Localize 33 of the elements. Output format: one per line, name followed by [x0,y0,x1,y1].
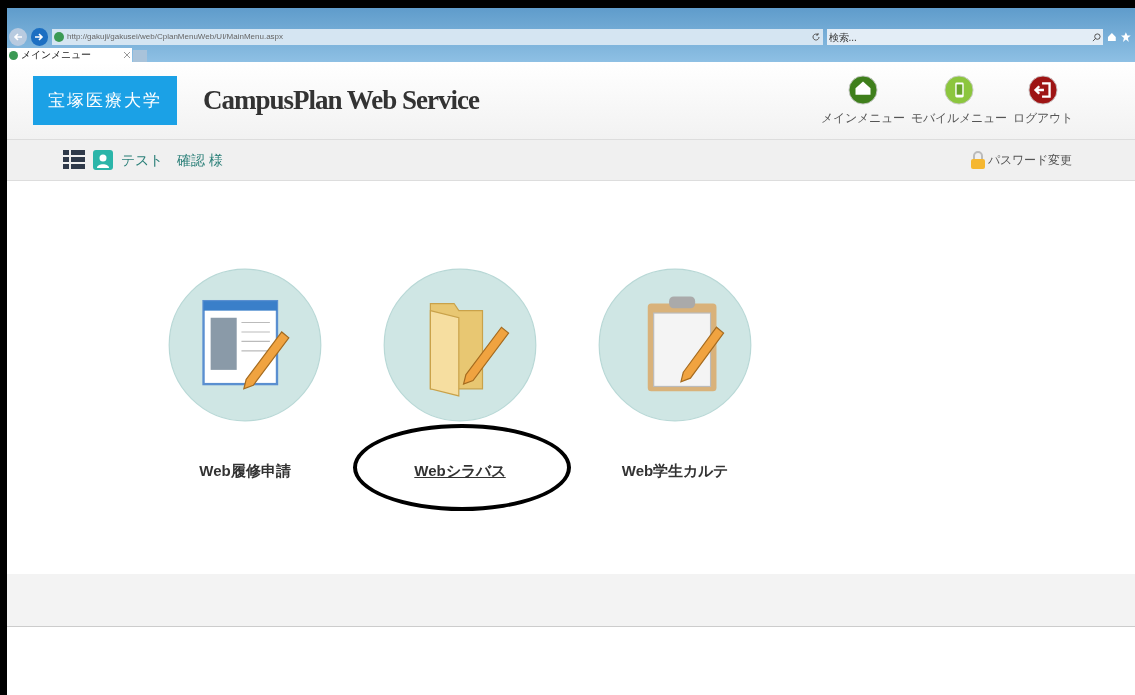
back-arrow-icon [12,32,23,42]
user-icon [93,150,113,170]
site-icon [54,32,65,42]
search-icon [1092,32,1102,42]
mobile-phone-icon [944,74,974,105]
site-title: CampusPlan Web Service [203,84,479,118]
password-change-link[interactable]: パスワード変更 [988,151,1072,169]
close-icon[interactable] [124,52,130,58]
menu-link[interactable]: Web履修申請 [199,460,291,483]
header-nav-link[interactable]: ログアウト [1011,74,1075,127]
site-icon [9,50,18,60]
home-icon [848,74,878,105]
folder-pencil-icon[interactable] [383,268,537,422]
star-icon[interactable] [1121,32,1131,42]
refresh-icon[interactable] [810,32,821,42]
header-nav-link[interactable]: メインメニュー [819,74,907,127]
menu-link[interactable]: Webシラバス [414,460,506,483]
address-field[interactable]: http://gakuji/gakusei/web/CplanMenuWeb/UI/MainMenu.aspx [52,29,823,45]
university-logo: 宝塚医療大学 [33,76,177,125]
user-name: テスト 確認 様 [121,150,223,170]
menu-list-icon[interactable] [63,150,85,170]
forward-button[interactable] [30,28,49,46]
forward-arrow-icon [34,32,45,42]
clipboard-pencil-icon[interactable] [598,268,752,422]
application-form-pencil-icon[interactable] [168,268,322,422]
browser-tab[interactable]: メインメニュー [7,48,132,62]
lock-icon [971,151,985,169]
home-icon[interactable] [1107,32,1118,42]
back-button[interactable] [9,28,27,46]
address-text: http://gakuji/gakusei/web/CplanMenuWeb/UI/MainMenu.aspx [67,31,284,43]
menu-link[interactable]: Web学生カルテ [621,460,729,483]
logout-door-icon [1028,74,1058,105]
header-nav-link[interactable]: モバイルメニュー [909,74,1009,127]
